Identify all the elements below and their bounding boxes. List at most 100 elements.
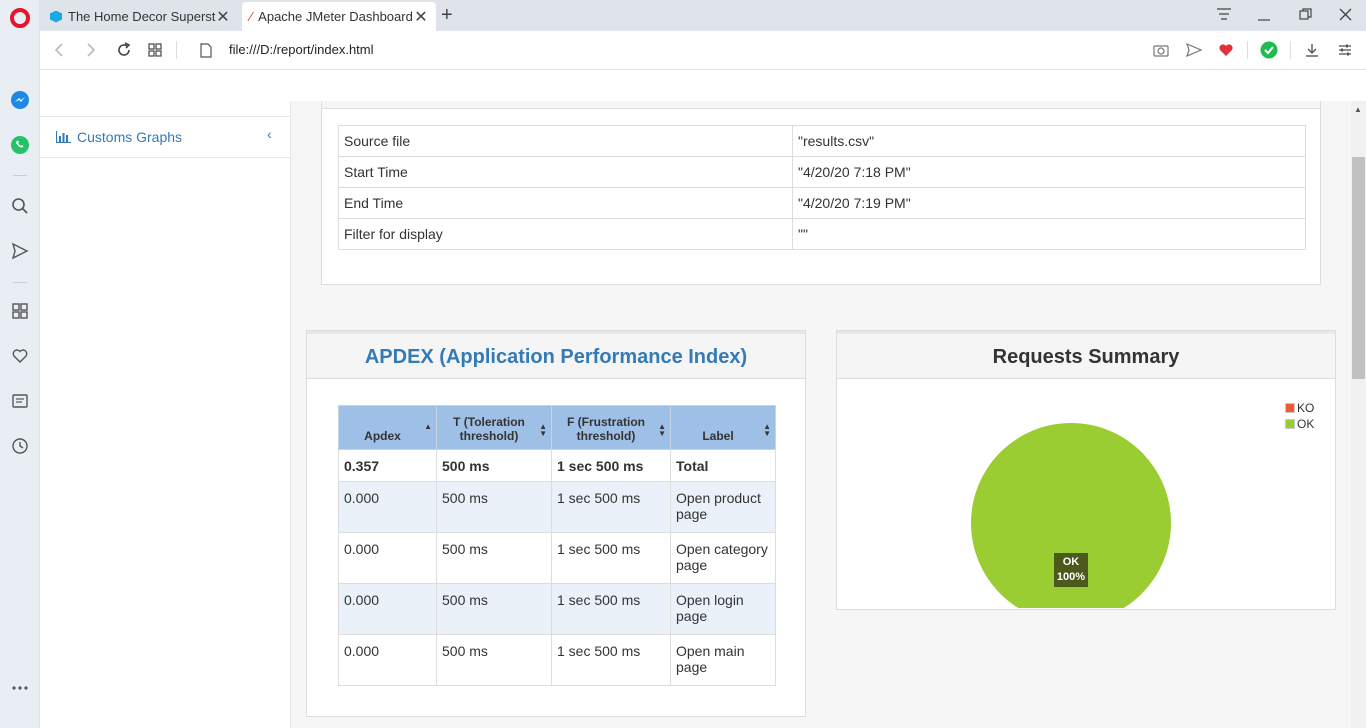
minimize-button[interactable]: [1258, 9, 1270, 25]
scroll-up-icon[interactable]: ▲: [1354, 105, 1362, 114]
frustration-value: 1 sec 500 ms: [551, 634, 671, 686]
table-row: Filter for display "": [338, 218, 1306, 250]
toleration-value: 500 ms: [436, 449, 552, 482]
sort-both-icon: ▲ ▼: [658, 422, 666, 438]
scroll-thumb[interactable]: [1352, 157, 1365, 379]
label-value: Open category page: [670, 532, 776, 584]
heart-icon[interactable]: [8, 344, 32, 368]
sort-both-icon: ▲ ▼: [763, 422, 771, 438]
easy-setup-icon[interactable]: [1334, 39, 1356, 61]
test-info-table: Source file "results.csv" Start Time "4/…: [338, 125, 1306, 250]
tab-bar: The Home Decor Superstore ✕ ∕ Apache JMe…: [40, 0, 1366, 31]
table-row: 0.000 500 ms 1 sec 500 ms Open main page: [338, 634, 776, 686]
col-label-header[interactable]: Label ▲ ▼: [670, 405, 776, 450]
tab-close-icon[interactable]: ✕: [414, 7, 428, 27]
downloads-icon[interactable]: [1301, 39, 1323, 61]
table-row: 0.000 500 ms 1 sec 500 ms Open product p…: [338, 481, 776, 533]
reload-button[interactable]: [113, 39, 135, 61]
vpn-check-icon[interactable]: [1258, 39, 1280, 61]
send-icon[interactable]: [8, 239, 32, 263]
info-label: Source file: [338, 125, 793, 157]
tab-close-icon[interactable]: ✕: [216, 7, 230, 27]
table-row: End Time "4/20/20 7:19 PM": [338, 187, 1306, 219]
info-label: End Time: [338, 187, 793, 219]
tabs-grid-icon[interactable]: [144, 39, 166, 61]
page-bottom-spacer: [306, 721, 1336, 728]
bookmark-heart-icon[interactable]: [1215, 39, 1237, 61]
apdex-table: Apdex ▲ T (Toleration threshold) ▲ ▼ F (Fru…: [338, 405, 776, 686]
table-row: Start Time "4/20/20 7:18 PM": [338, 156, 1306, 188]
legend-swatch: [1285, 403, 1295, 413]
label-value: Open product page: [670, 481, 776, 533]
test-info-panel: Source file "results.csv" Start Time "4/…: [321, 101, 1321, 285]
chart-legend: KO OK: [1285, 400, 1314, 432]
apdex-panel: APDEX (Application Performance Index) Ap…: [306, 330, 806, 717]
more-icon[interactable]: [8, 676, 32, 700]
tab-title: Apache JMeter Dashboard: [258, 9, 413, 24]
tab-jmeter-dashboard[interactable]: ∕ Apache JMeter Dashboard ✕: [242, 2, 436, 31]
file-page-icon[interactable]: [195, 39, 217, 61]
news-icon[interactable]: [8, 389, 32, 413]
snapshot-icon[interactable]: [1150, 39, 1172, 61]
toleration-value: 500 ms: [436, 481, 552, 533]
bar-chart-icon: [55, 130, 71, 146]
new-tab-button[interactable]: +: [441, 4, 453, 27]
info-value: "results.csv": [792, 125, 1306, 157]
restore-button[interactable]: [1299, 8, 1312, 24]
tab-home-decor[interactable]: The Home Decor Superstore ✕: [42, 2, 238, 31]
col-t-header[interactable]: T (Toleration threshold) ▲ ▼: [436, 405, 552, 450]
toleration-value: 500 ms: [436, 532, 552, 584]
info-value: "4/20/20 7:18 PM": [792, 156, 1306, 188]
tab-title: The Home Decor Superstore: [68, 9, 216, 24]
forward-button[interactable]: [80, 39, 102, 61]
page-scrollbar[interactable]: ▲: [1351, 101, 1366, 728]
info-label: Start Time: [338, 156, 793, 188]
toleration-value: 500 ms: [436, 634, 552, 686]
apdex-value: 0.000: [338, 532, 437, 584]
table-row: 0.000 500 ms 1 sec 500 ms Open login pag…: [338, 583, 776, 635]
opera-sidebar: [0, 0, 40, 728]
report-sidebar: Customs Graphs ‹: [40, 101, 291, 728]
chevron-left-icon[interactable]: ‹: [267, 126, 272, 142]
legend-label: KO: [1297, 401, 1315, 415]
apdex-panel-header: APDEX (Application Performance Index): [307, 331, 805, 379]
back-button[interactable]: [48, 39, 70, 61]
page-viewport: Customs Graphs ‹ Source file "results.cs…: [40, 101, 1351, 728]
slice-label-name: OK: [1062, 556, 1080, 568]
pie-slice-label: OK 100%: [1054, 553, 1088, 587]
col-f-header[interactable]: F (Frustration threshold) ▲ ▼: [551, 405, 671, 450]
legend-item-ko[interactable]: KO: [1285, 400, 1314, 416]
legend-item-ok[interactable]: OK: [1285, 416, 1314, 432]
tab-menu-icon[interactable]: [1216, 7, 1232, 24]
speed-dial-icon[interactable]: [8, 299, 32, 323]
url-field[interactable]: file:///D:/report/index.html: [229, 42, 374, 57]
requests-summary-title: Requests Summary: [992, 346, 1180, 368]
legend-swatch: [1285, 419, 1295, 429]
send-to-flow-icon[interactable]: [1183, 39, 1205, 61]
history-icon[interactable]: [8, 434, 32, 458]
info-label: Filter for display: [338, 218, 793, 250]
messenger-icon[interactable]: [8, 88, 32, 112]
apdex-value: 0.000: [338, 634, 437, 686]
whatsapp-icon[interactable]: [8, 133, 32, 157]
info-value: "4/20/20 7:19 PM": [792, 187, 1306, 219]
col-apdex-header[interactable]: Apdex ▲: [338, 405, 437, 450]
tab-favicon-icon: [50, 10, 62, 23]
frustration-value: 1 sec 500 ms: [551, 583, 671, 635]
apdex-value: 0.357: [338, 449, 437, 482]
requests-summary-header: Requests Summary: [837, 331, 1335, 379]
slice-label-pct: 100%: [1056, 571, 1086, 583]
sort-both-icon: ▲ ▼: [539, 422, 547, 438]
search-icon[interactable]: [8, 194, 32, 218]
requests-summary-panel: Requests Summary KO OK OK 100%: [836, 330, 1336, 610]
close-window-button[interactable]: [1339, 8, 1352, 24]
toleration-value: 500 ms: [436, 583, 552, 635]
label-value: Total: [670, 449, 776, 482]
table-row: 0.000 500 ms 1 sec 500 ms Open category …: [338, 532, 776, 584]
opera-logo-icon[interactable]: [8, 6, 32, 30]
table-row: Source file "results.csv": [338, 125, 1306, 157]
sidebar-item-customs-graphs[interactable]: Customs Graphs ‹: [40, 116, 291, 158]
apdex-title: APDEX (Application Performance Index): [364, 346, 748, 368]
apdex-value: 0.000: [338, 481, 437, 533]
info-value: "": [792, 218, 1306, 250]
